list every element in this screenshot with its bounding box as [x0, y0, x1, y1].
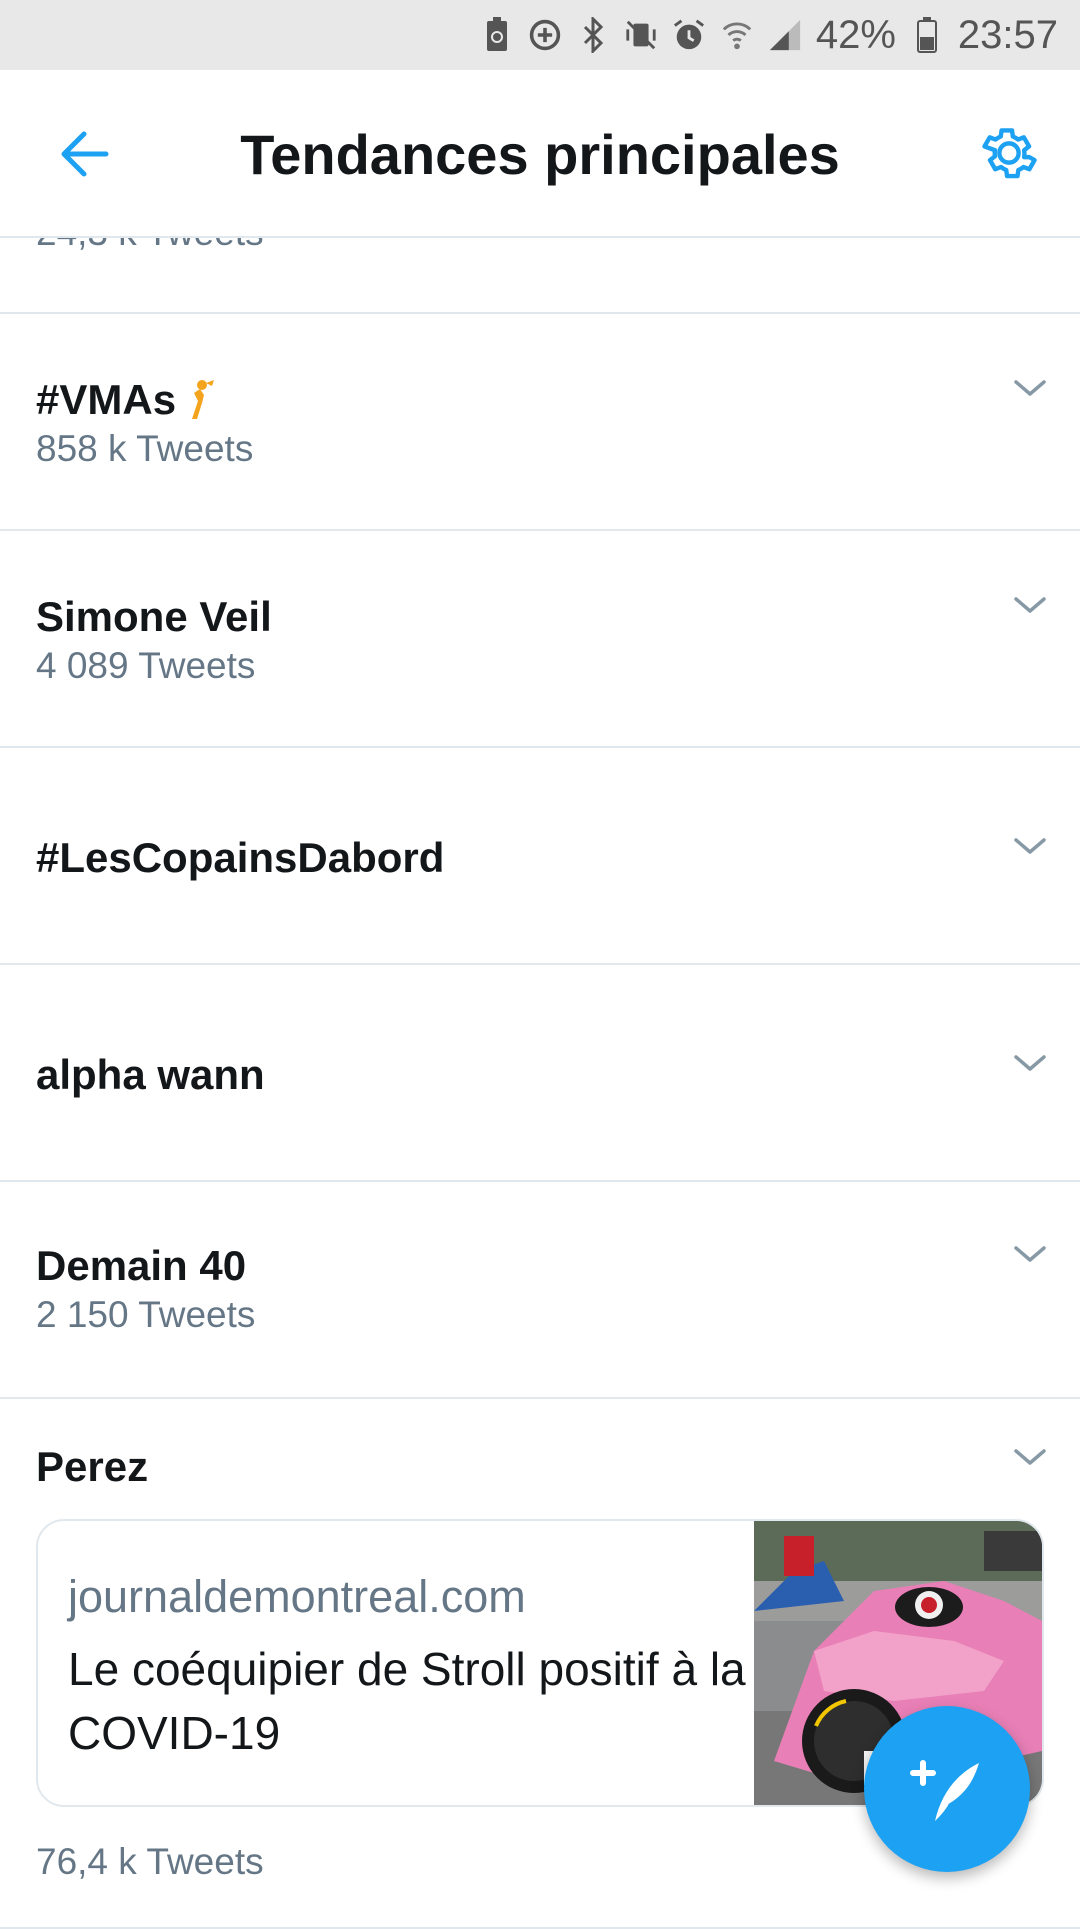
chevron-down-icon[interactable]: [1012, 834, 1048, 858]
compose-feather-icon: [910, 1760, 979, 1821]
tweet-count: 76,4 k Tweets: [36, 1841, 264, 1882]
status-bar: 42% 23:57: [0, 0, 1080, 70]
moon-person-emoji-icon: [186, 379, 216, 421]
card-title: Le coéquipier de Stroll positif à la COV…: [68, 1643, 746, 1759]
trend-name-text: Simone Veil: [36, 593, 272, 640]
card-domain: journaldemontreal.com: [68, 1571, 526, 1622]
trend-name: alpha wann: [36, 1051, 265, 1099]
bluetooth-icon: [576, 17, 610, 53]
tweet-count: 858 k Tweets: [36, 428, 254, 469]
trend-name-text: #LesCopainsDabord: [36, 834, 445, 881]
clock-time: 23:57: [957, 12, 1058, 57]
chevron-down-icon[interactable]: [1012, 593, 1048, 617]
gear-icon: [982, 128, 1037, 179]
trend-name-text: Demain 40: [36, 1242, 247, 1289]
trend-name: #VMAs: [36, 376, 216, 424]
trend-name: Perez: [36, 1443, 148, 1491]
list-item[interactable]: #LesCopainsDabord: [0, 748, 1080, 965]
compose-tweet-button[interactable]: [864, 1706, 1030, 1872]
tweet-count: 4 089 Tweets: [36, 645, 256, 686]
signal-icon: [768, 18, 802, 52]
list-item[interactable]: alpha wann: [0, 965, 1080, 1182]
top-app-bar: Tendances principales: [0, 70, 1080, 238]
settings-button[interactable]: [976, 120, 1042, 186]
chevron-down-icon[interactable]: [1012, 376, 1048, 400]
battery-saver-icon: [480, 17, 514, 52]
chevron-down-icon[interactable]: [1012, 1051, 1048, 1075]
battery-icon: [910, 17, 944, 53]
trends-list: 24,3 k Tweets #VMAs 858 k Tweets Simone …: [0, 238, 1080, 1929]
chevron-down-icon[interactable]: [1012, 1242, 1048, 1266]
battery-percent: 42%: [815, 12, 896, 57]
list-item[interactable]: 24,3 k Tweets: [0, 238, 1080, 314]
trend-name-text: alpha wann: [36, 1051, 265, 1098]
trend-name: #LesCopainsDabord: [36, 834, 444, 882]
tweet-count: 24,3 k Tweets: [36, 238, 264, 254]
data-saver-icon: [528, 18, 562, 52]
wifi-icon: [720, 18, 754, 52]
list-item[interactable]: Demain 40 2 150 Tweets: [0, 1182, 1080, 1399]
list-item[interactable]: Simone Veil 4 089 Tweets: [0, 531, 1080, 748]
trend-name-text: Perez: [36, 1443, 149, 1490]
trend-name: Demain 40: [36, 1242, 246, 1290]
list-item[interactable]: #VMAs 858 k Tweets: [0, 314, 1080, 531]
alarm-icon: [672, 18, 706, 52]
trend-name-text: #VMAs: [36, 376, 177, 423]
trend-name: Simone Veil: [36, 593, 272, 641]
vibrate-mute-icon: [624, 18, 658, 52]
tweet-count: 2 150 Tweets: [36, 1294, 256, 1335]
page-title: Tendances principales: [240, 123, 840, 186]
chevron-down-icon[interactable]: [1012, 1445, 1048, 1469]
